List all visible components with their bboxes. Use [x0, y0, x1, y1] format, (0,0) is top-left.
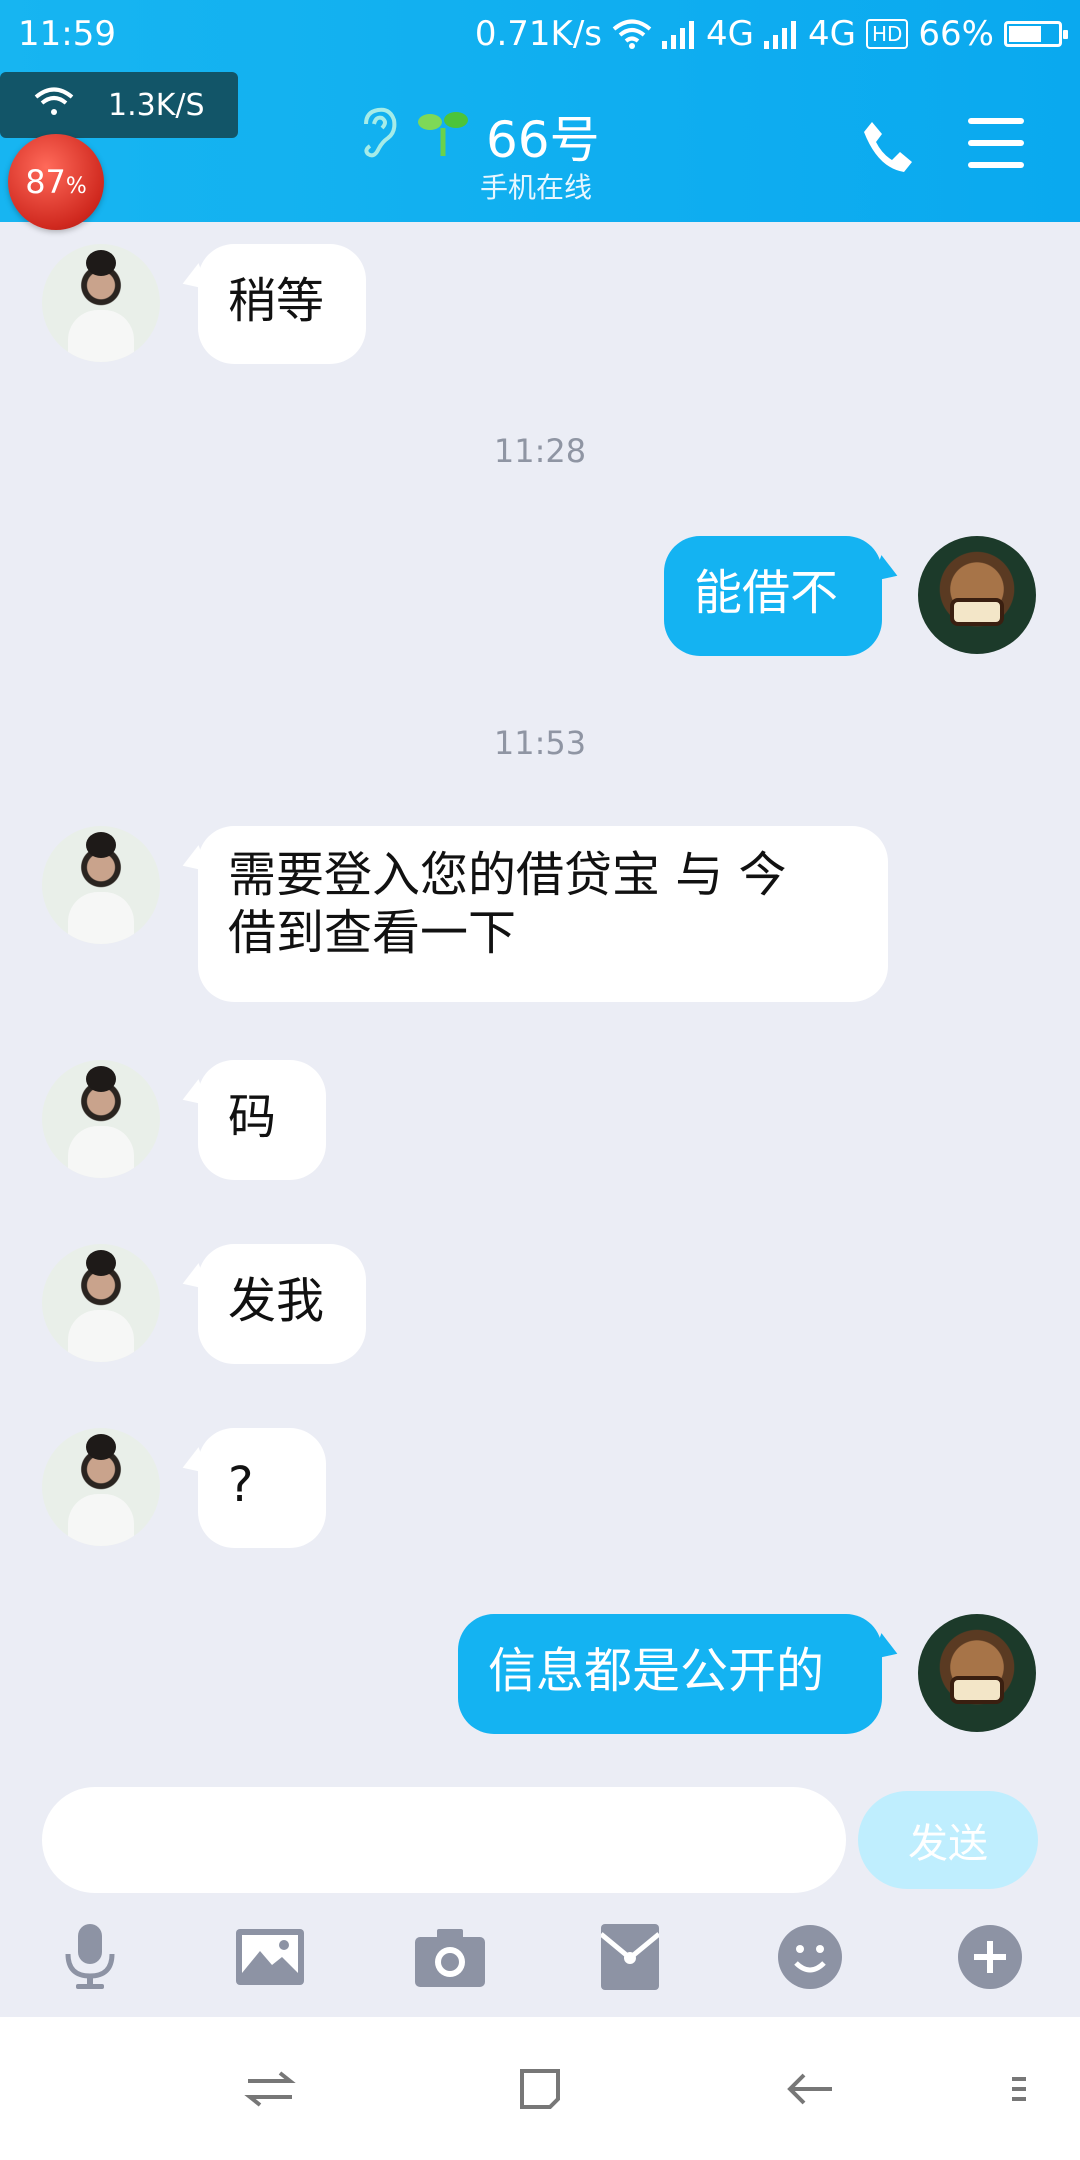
home-icon[interactable] [510, 2059, 570, 2119]
message-line: 需要登入您的借贷宝 与 今 [228, 847, 787, 903]
message-input[interactable] [42, 1787, 846, 1893]
contact-avatar[interactable] [42, 826, 160, 944]
status-indicators: 0.71K/s 4G 4G HD 66% [474, 14, 1068, 54]
outgoing-message[interactable]: 能借不 [664, 536, 882, 656]
camera-icon[interactable] [410, 1917, 490, 1997]
message-timestamp: 11:53 [493, 724, 587, 762]
memory-value: 87 [25, 163, 66, 201]
incoming-message[interactable]: 发我 [198, 1244, 366, 1364]
network-type-2: 4G [807, 14, 856, 54]
send-button[interactable]: 发送 [858, 1791, 1038, 1889]
more-icon[interactable] [1004, 2059, 1034, 2119]
message-line: 借到查看一下 [228, 905, 517, 961]
wifi-icon [34, 87, 74, 115]
phone-call-icon[interactable] [858, 116, 918, 176]
hd-badge: HD [865, 19, 909, 49]
ear-icon [364, 107, 397, 158]
status-time: 11:59 [18, 14, 116, 54]
my-avatar[interactable] [918, 1614, 1036, 1732]
image-icon[interactable] [230, 1917, 310, 1997]
contact-avatar[interactable] [42, 1060, 160, 1178]
outgoing-message[interactable]: 信息都是公开的 [458, 1614, 882, 1734]
contact-avatar[interactable] [42, 1428, 160, 1546]
incoming-message[interactable]: ? [198, 1428, 326, 1548]
signal-icon [662, 21, 694, 49]
microphone-icon[interactable] [50, 1917, 130, 1997]
plus-icon[interactable] [950, 1917, 1030, 1997]
composer: 发送 [0, 1777, 1080, 2017]
status-bar: 11:59 0.71K/s 4G 4G HD 66% [0, 0, 1080, 72]
incoming-message[interactable]: 码 [198, 1060, 326, 1180]
contact-avatar[interactable] [42, 244, 160, 362]
system-navigation-bar [0, 2017, 1080, 2160]
sprout-icon [418, 112, 468, 156]
contact-avatar[interactable] [42, 1244, 160, 1362]
memory-ball[interactable]: 87% [8, 134, 104, 230]
network-type-1: 4G [706, 14, 754, 54]
signal-icon-2 [763, 21, 796, 49]
contact-online-status: 手机在线 [480, 171, 593, 204]
emoji-icon[interactable] [770, 1917, 850, 1997]
net-speed: 0.71K/s [474, 14, 602, 54]
my-avatar[interactable] [918, 536, 1036, 654]
recent-apps-icon[interactable] [240, 2059, 300, 2119]
red-envelope-icon[interactable] [590, 1917, 670, 1997]
message-timestamp: 11:28 [493, 432, 587, 470]
overlay-speed: 1.3K/S [108, 88, 205, 123]
battery-percent: 66% [918, 14, 994, 54]
input-toolbar [0, 1917, 1080, 1997]
incoming-message[interactable]: 稍等 [198, 244, 366, 364]
wifi-icon [612, 19, 652, 49]
menu-icon[interactable] [968, 118, 1024, 170]
message-list[interactable]: 稍等 11:28 能借不 11:53 需要登入您的借贷宝 与 今 借到查看一下 … [0, 222, 1080, 1777]
incoming-message[interactable]: 需要登入您的借贷宝 与 今 借到查看一下 [198, 826, 888, 1002]
back-icon[interactable] [780, 2059, 840, 2119]
network-speed-overlay: 1.3K/S [0, 72, 238, 138]
contact-name: 66号 [486, 111, 600, 169]
memory-percent-sign: % [65, 173, 87, 199]
battery-icon [1004, 21, 1068, 47]
